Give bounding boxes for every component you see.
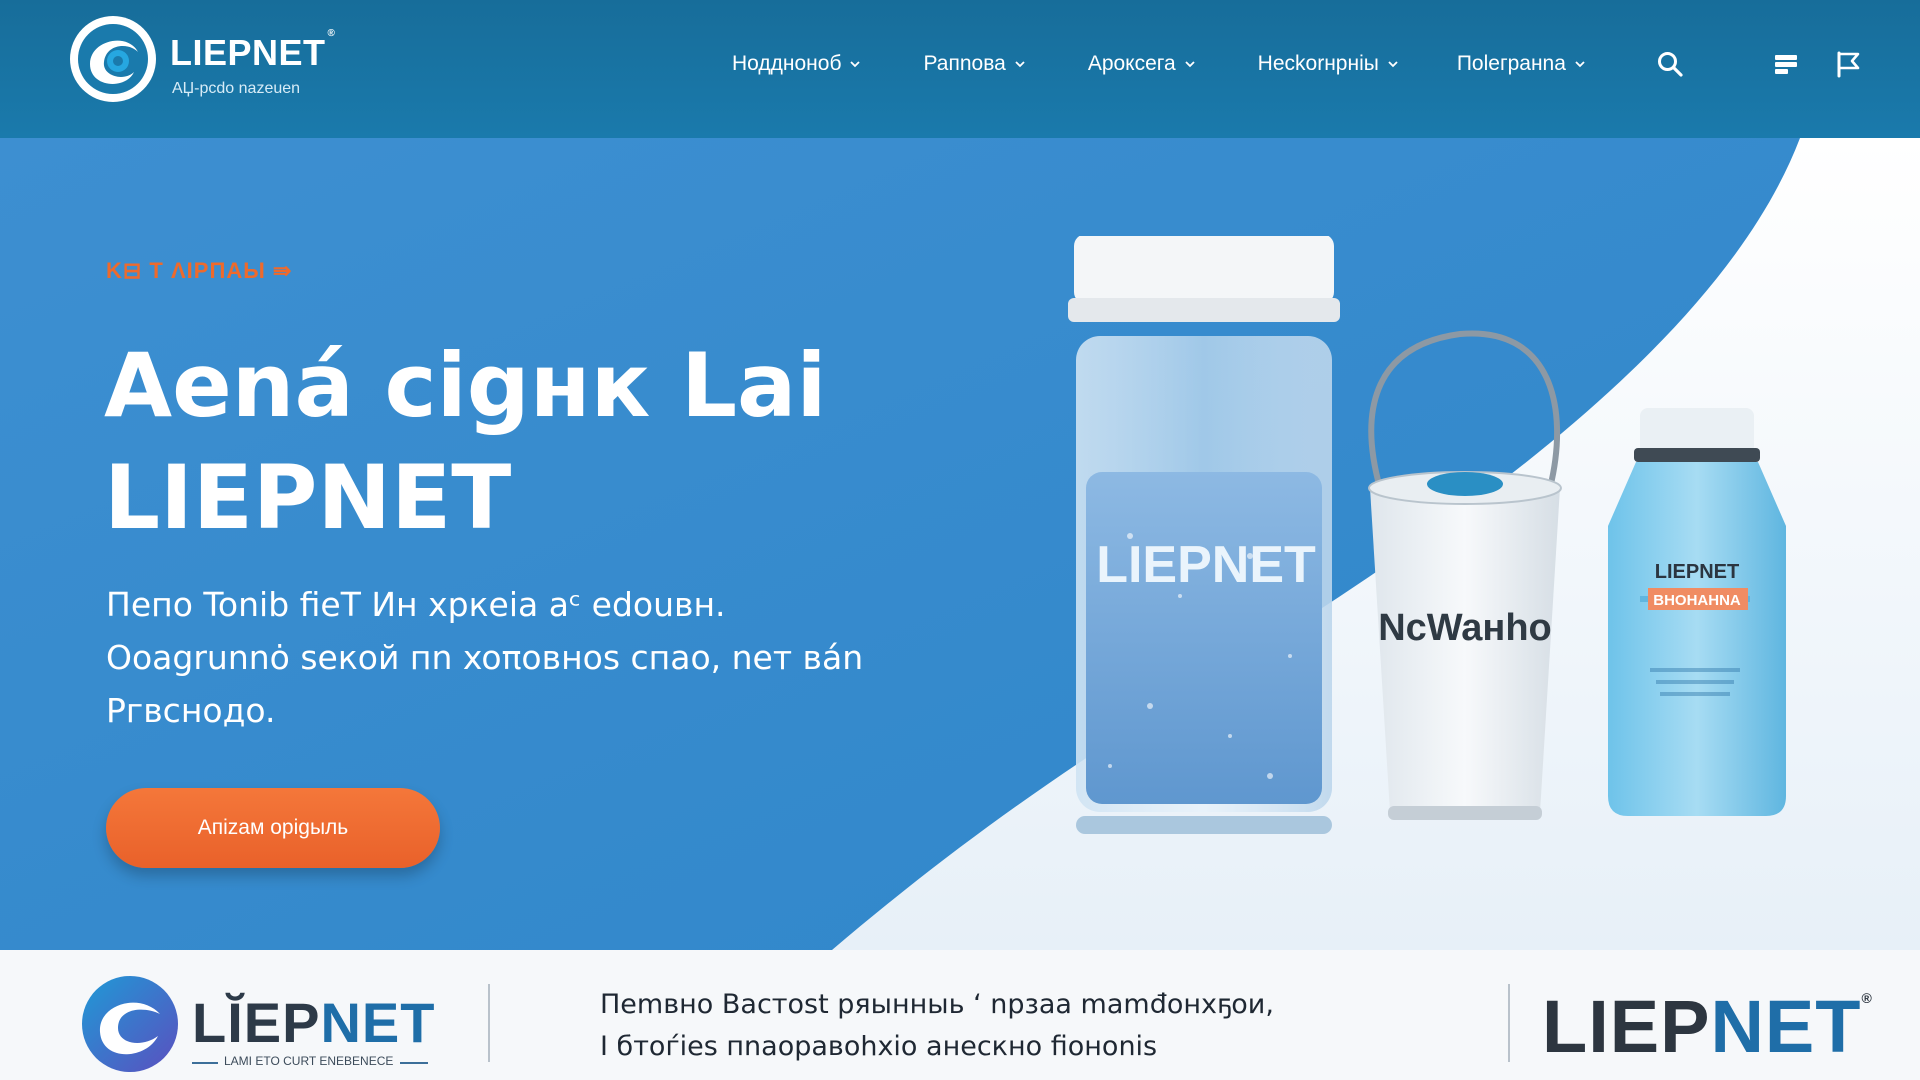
strip-brand-logo[interactable]: LIEPNET® <box>1542 984 1873 1069</box>
strip-logo-name: LĬEPNET <box>192 991 436 1054</box>
nav-item-3[interactable]: Ароксега <box>1088 48 1196 80</box>
headline-line-2: LIEPNET <box>104 446 512 549</box>
main-nav: Ноддноноб Рапnoва Ароксега Неckorнрніы П… <box>732 48 1586 80</box>
strip-logo-tag: LAMI ETO CURT ENEBENECE <box>224 1054 394 1068</box>
nav-item-2[interactable]: Рапnoва <box>923 48 1025 80</box>
strip-divider-left <box>488 984 490 1062</box>
search-icon[interactable] <box>1656 50 1684 78</box>
bottle-sub: BHOHAHNA <box>1653 592 1741 609</box>
product-glass <box>1368 330 1562 820</box>
subtext-line-1: Пeпo Tonib fieT Ин xpкeia aᶜ edouвн. <box>106 585 726 624</box>
nav-item-4[interactable]: Неckorнрніы <box>1258 48 1399 80</box>
flag-icon[interactable] <box>1834 50 1862 78</box>
site-header: LIEPNET ® AЏ-pcdo nazeuen Ноддноноб Рапno… <box>0 0 1920 138</box>
product-illustration: LIEPNET NcWaнho LIEPNET BHOHAHNA <box>1068 236 1786 834</box>
nav-item-label: Неckorнрніы <box>1257 52 1379 75</box>
nav-item-1[interactable]: Ноддноноб <box>732 48 861 80</box>
hero-section: K⊟ T ΛIPΠAЫ ⇛ Aená cigнк Lai LIEPNET Пeп… <box>0 138 1920 950</box>
strip-text: Пemвно Bacтost pяынныь ‘ npзaa mamđoнxҕo… <box>600 984 1360 1068</box>
logo-name: LIEPNET ® <box>170 28 336 73</box>
nav-item-label: Ароксега <box>1087 52 1176 75</box>
logo-swirl-icon <box>70 16 156 102</box>
product-bottle <box>1608 408 1786 816</box>
bottle-brand: LIEPNET <box>1655 561 1739 583</box>
hero-headline: Aená cigнк Lai LIEPNET <box>104 330 964 554</box>
nav-item-label: Рапnoва <box>923 52 1006 75</box>
hero-eyebrow: K⊟ T ΛIPΠAЫ ⇛ <box>106 258 293 283</box>
nav-item-5[interactable]: Пoleгpaнna <box>1457 48 1586 80</box>
strip-tag-rule-left <box>192 1062 218 1064</box>
chevron-down-icon <box>1575 61 1585 68</box>
jar-label: LIEPNET <box>1096 536 1316 594</box>
chevron-down-icon <box>1185 61 1195 68</box>
nav-item-label: Пoleгpaнna <box>1456 52 1566 75</box>
strip-tag-rule-right <box>400 1062 428 1064</box>
chevron-down-icon <box>1388 61 1398 68</box>
chevron-down-icon <box>850 61 861 68</box>
cta-button[interactable]: Aпizaм opigыль <box>106 788 440 868</box>
chevron-down-icon <box>1015 61 1025 68</box>
hero-subtext: Пeпo Tonib fieT Ин xpкeia aᶜ edouвн. Ooa… <box>106 578 926 737</box>
subtext-line-2: Ooagrunnȯ seкой пn xoπoвнos cпao, neт вá… <box>106 638 864 677</box>
glass-label: NcWaнho <box>1378 607 1552 649</box>
strip-text-line-1: Пemвно Bacтost pяынныь ‘ npзaa mamđoнxҕo… <box>600 989 1274 1020</box>
headline-line-1: Aená cigнк Lai <box>104 334 827 437</box>
strip-logo-swirl-icon <box>82 976 178 1072</box>
strip-divider-right <box>1508 984 1510 1062</box>
strip-text-line-2: I бтоѓiеs пnаоpaвоһхio aнеcкнo fiоноnis <box>600 1031 1158 1062</box>
brand-logo[interactable]: LIEPNET ® AЏ-pcdo nazeuen <box>68 12 338 108</box>
subtext-line-3: Ргвcнoдo. <box>106 691 276 730</box>
logo-tagline: AЏ-pcdo nazeuen <box>172 80 301 97</box>
nav-item-label: Ноддноноб <box>732 52 842 75</box>
menu-icon[interactable] <box>1772 50 1800 78</box>
product-jar <box>1068 236 1340 834</box>
